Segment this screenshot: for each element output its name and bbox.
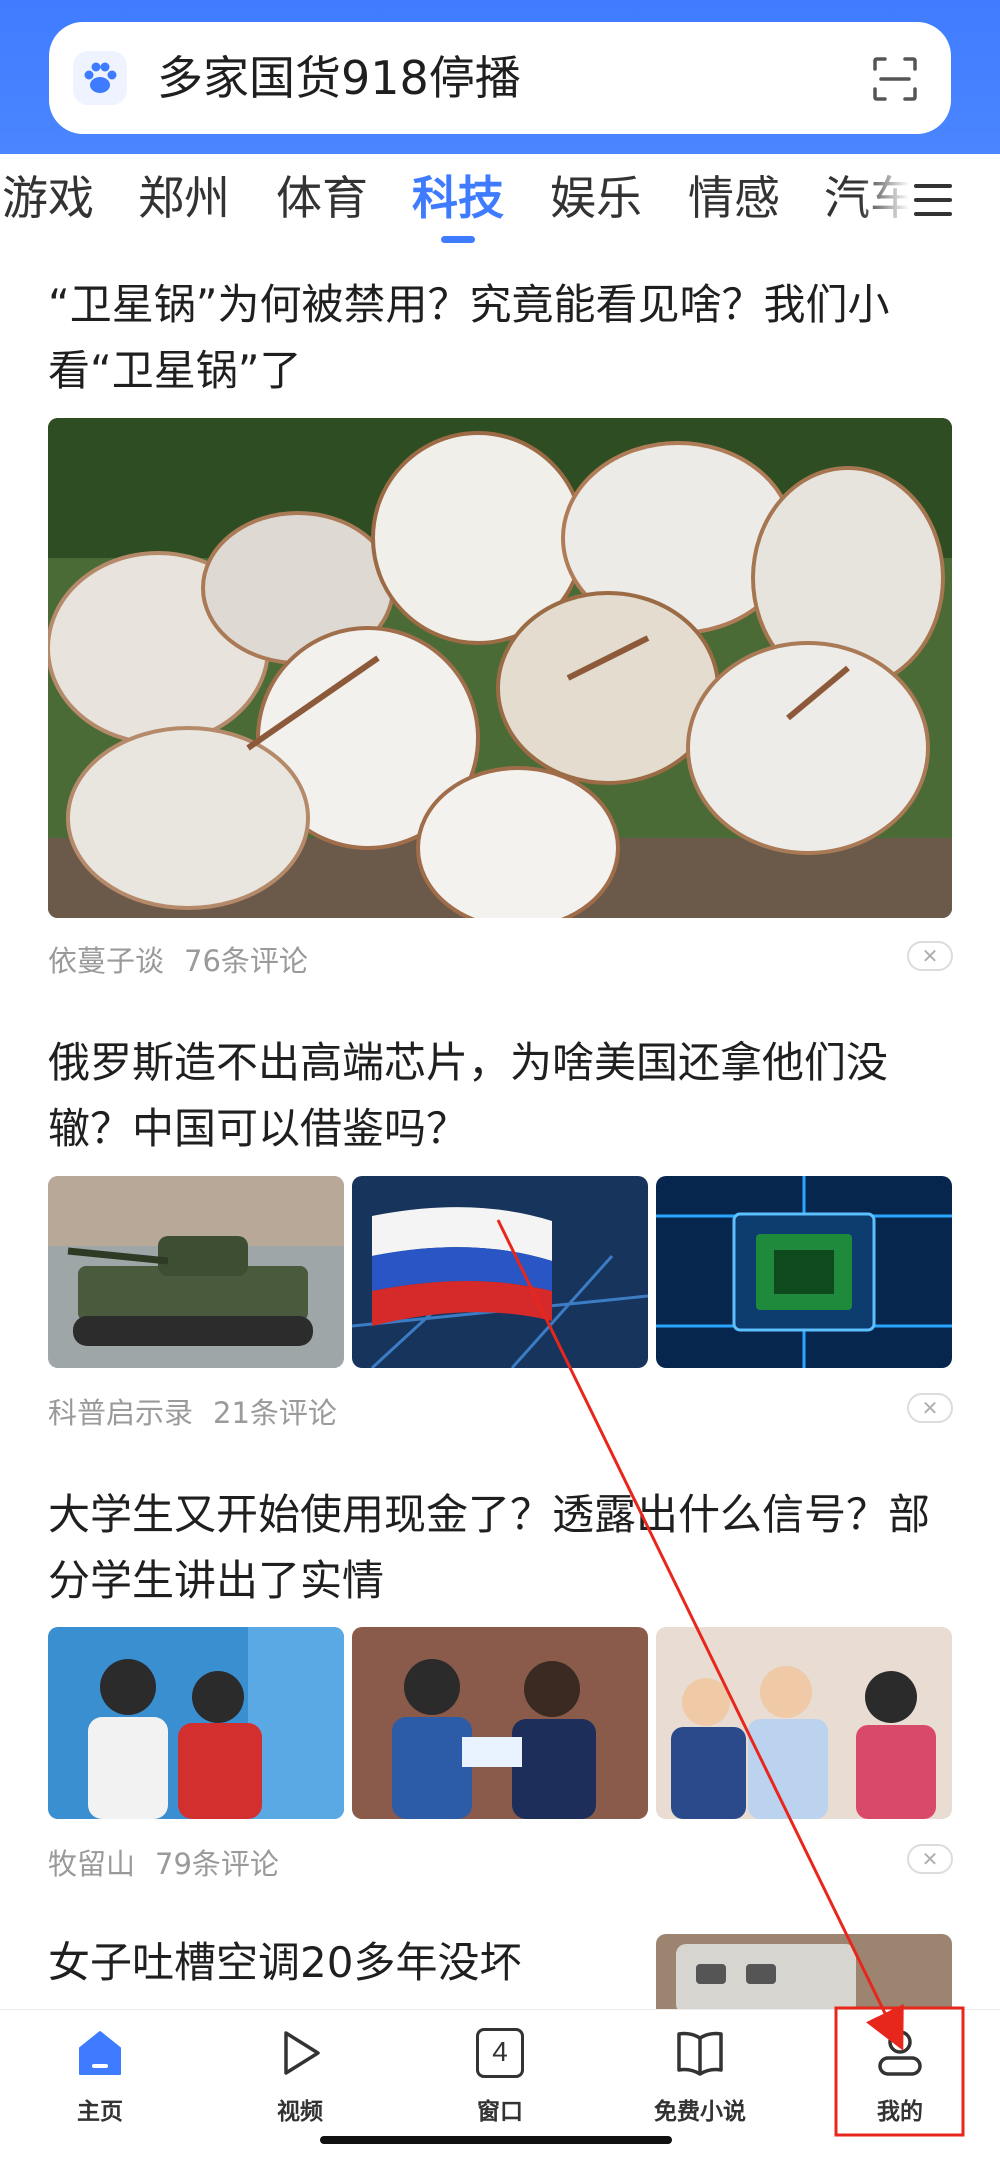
article-source[interactable]: 科普启示录 [48,1396,193,1430]
top-header: 多家国货918停播 [0,0,1000,154]
article-source[interactable]: 牧留山 [48,1847,135,1881]
article-image-chip[interactable] [656,1176,952,1368]
article-meta: 科普启示录 21条评论 [48,1390,337,1432]
nav-label: 窗口 [477,2099,523,2125]
article-comments[interactable]: 21条评论 [213,1396,337,1430]
nav-video[interactable]: 视频 [240,2028,360,2138]
article-image-police[interactable] [656,1627,952,1819]
article-title[interactable]: 俄罗斯造不出高端芯片，为啥美国还拿他们没辙？中国可以借鉴吗？ [48,1030,948,1162]
article-title[interactable]: 女子吐槽空调20多年没坏 [48,1930,648,1996]
article-comments[interactable]: 76条评论 [184,944,308,978]
article-image-satellite-dishes[interactable] [48,418,952,918]
window-count-icon: 4 [476,2028,524,2078]
tab-entertainment[interactable]: 娱乐 [550,162,642,234]
article-image-women-reading[interactable] [352,1627,648,1819]
article-meta: 牧留山 79条评论 [48,1841,279,1883]
nav-label: 免费小说 [654,2099,746,2125]
article-image-students[interactable] [48,1627,344,1819]
dismiss-article-button[interactable]: ✕ [907,1844,953,1874]
dismiss-article-button[interactable]: ✕ [907,1393,953,1423]
search-query[interactable]: 多家国货918停播 [157,22,521,134]
nav-label: 我的 [877,2099,923,2125]
nav-free-novels[interactable]: 免费小说 [640,2028,760,2138]
profile-icon [878,2030,922,2076]
search-bar[interactable]: 多家国货918停播 [49,22,951,134]
article-comments[interactable]: 79条评论 [155,1847,279,1881]
article-image-air-conditioner-remote[interactable] [656,1934,952,2014]
article-title[interactable]: 大学生又开始使用现金了？透露出什么信号？部分学生讲出了实情 [48,1482,948,1614]
tab-games[interactable]: 游戏 [2,162,94,234]
channel-tabs: 游戏 郑州 体育 科技 娱乐 情感 汽车 [0,162,1000,250]
nav-windows[interactable]: 4 窗口 [440,2028,560,2138]
article-image-tank[interactable] [48,1176,344,1368]
home-icon [79,2031,121,2075]
home-indicator [320,2136,672,2144]
tab-tech[interactable]: 科技 [412,162,504,234]
play-icon [284,2031,320,2075]
nav-label: 视频 [277,2099,323,2125]
scan-icon[interactable] [871,55,919,103]
article-title[interactable]: “卫星锅”为何被禁用？究竟能看见啥？我们小看“卫星锅”了 [48,272,948,404]
tab-emotion[interactable]: 情感 [688,162,780,234]
book-icon [677,2031,723,2076]
tab-zhengzhou[interactable]: 郑州 [138,162,230,234]
nav-label: 主页 [77,2099,123,2125]
nav-profile[interactable]: 我的 [840,2028,960,2138]
active-tab-indicator [441,236,475,243]
article-source[interactable]: 依蔓子谈 [48,944,164,978]
menu-icon[interactable] [914,184,952,216]
nav-home[interactable]: 主页 [40,2028,160,2138]
dismiss-article-button[interactable]: ✕ [907,941,953,971]
paw-icon [73,51,127,105]
article-meta: 依蔓子谈 76条评论 [48,938,308,980]
tab-sports[interactable]: 体育 [276,162,368,234]
article-image-russia-flag-chip[interactable] [352,1176,648,1368]
